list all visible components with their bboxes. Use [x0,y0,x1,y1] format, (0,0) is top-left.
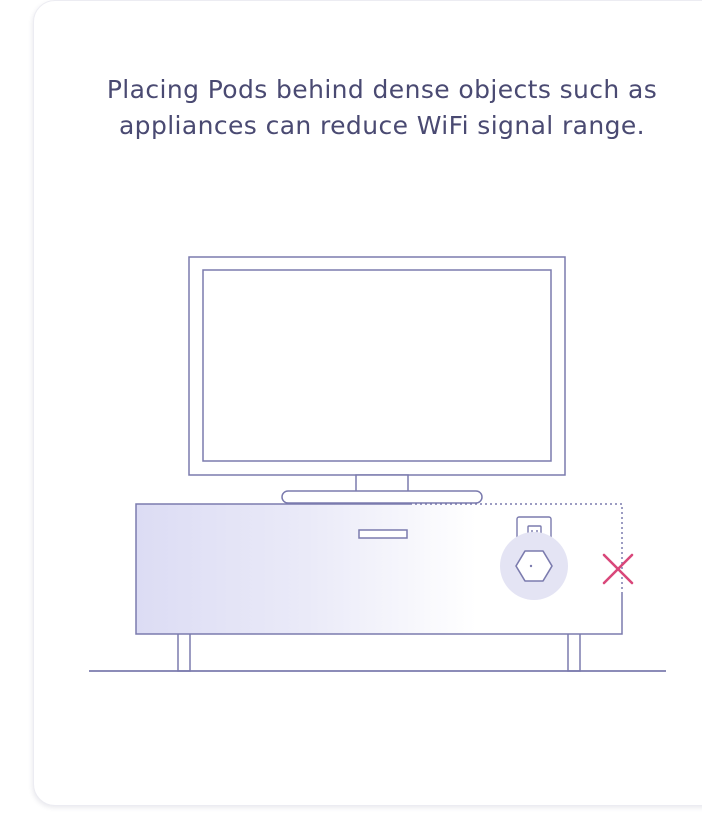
tv-icon [188,256,566,504]
pod-icon [500,532,568,600]
pod-placement-illustration [89,256,666,672]
